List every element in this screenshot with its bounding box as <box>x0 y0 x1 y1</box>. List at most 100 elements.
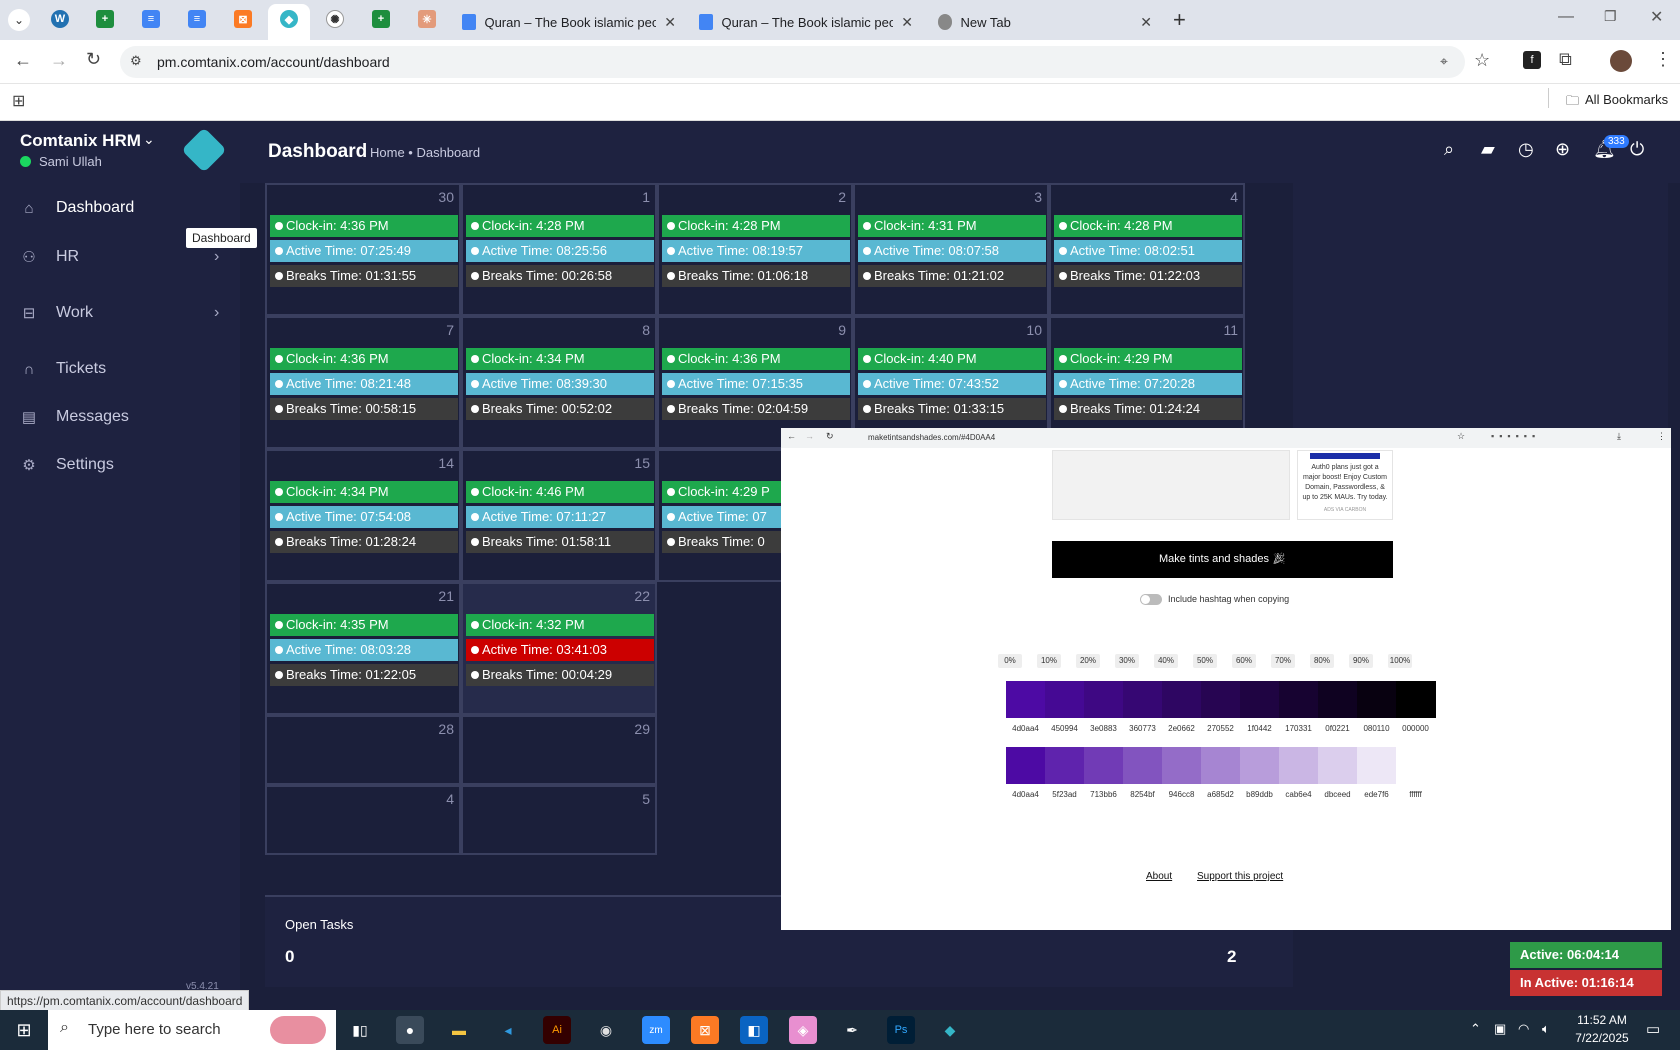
shade-swatch[interactable] <box>1279 681 1319 718</box>
popup-back-icon[interactable]: ← <box>787 431 796 441</box>
clock-in-event[interactable]: Clock-in: 4:36 PM <box>270 348 458 370</box>
brand-dropdown-icon[interactable]: ⌄ <box>143 131 155 148</box>
xampp-tab-icon[interactable]: ⊠ <box>234 10 252 28</box>
task-view-icon[interactable]: ▮▯ <box>346 1016 374 1044</box>
power-icon[interactable]: ⏻ <box>1630 139 1644 160</box>
url-text[interactable]: pm.comtanix.com/account/dashboard <box>157 54 390 70</box>
clock-in-event[interactable]: Clock-in: 4:36 PM <box>662 348 850 370</box>
breaks-time-event[interactable]: Breaks Time: 02:04:59 <box>662 398 850 420</box>
active-time-event[interactable]: Active Time: 08:19:57 <box>662 240 850 262</box>
calendar-day-cell[interactable]: 1 Clock-in: 4:28 PM Active Time: 08:25:56 B… <box>461 183 657 316</box>
close-tab-icon[interactable]: ✕ <box>664 14 676 31</box>
active-time-event[interactable]: Active Time: 07:20:28 <box>1054 373 1242 395</box>
popup-reload-icon[interactable]: ↻ <box>826 431 834 442</box>
make-tints-button[interactable]: Make tints and shades 🎉︎ <box>1052 541 1393 578</box>
breaks-time-event[interactable]: Breaks Time: 00:26:58 <box>466 265 654 287</box>
tint-hex-label[interactable]: b89ddb <box>1240 790 1279 799</box>
active-time-event[interactable]: Active Time: 07:15:35 <box>662 373 850 395</box>
calendar-day-cell[interactable]: 14 Clock-in: 4:34 PM Active Time: 07:54:08… <box>265 449 461 582</box>
sidebar-item-tickets[interactable]: ∩ Tickets <box>0 347 240 391</box>
firefox-icon[interactable]: ● <box>396 1016 424 1044</box>
tint-swatch[interactable] <box>1357 747 1397 784</box>
calendar-day-cell[interactable]: 7 Clock-in: 4:36 PM Active Time: 08:21:48 B… <box>265 316 461 449</box>
breaks-time-event[interactable]: Breaks Time: 01:22:03 <box>1054 265 1242 287</box>
breaks-time-event[interactable]: Breaks Time: 01:21:02 <box>858 265 1046 287</box>
tint-hex-label[interactable]: 8254bf <box>1123 790 1162 799</box>
breadcrumb[interactable]: Home • Dashboard <box>370 145 480 160</box>
clock-in-event[interactable]: Clock-in: 4:32 PM <box>466 614 654 636</box>
menu-dots-icon[interactable]: ⋮ <box>1654 49 1672 70</box>
calendar-day-cell[interactable]: 5 <box>461 785 657 855</box>
shade-swatch[interactable] <box>1201 681 1241 718</box>
tint-swatch[interactable] <box>1318 747 1358 784</box>
popup-forward-icon[interactable]: → <box>805 431 814 441</box>
notifications-icon[interactable]: ▭ <box>1646 1020 1660 1038</box>
shade-swatch[interactable] <box>1084 681 1124 718</box>
shade-hex-label[interactable]: 270552 <box>1201 724 1240 733</box>
photoshop-icon[interactable]: Ps <box>887 1016 915 1044</box>
active-time-event[interactable]: Active Time: 08:25:56 <box>466 240 654 262</box>
fontjoy-extension-icon[interactable]: f <box>1523 51 1541 69</box>
wordpress-tab-icon[interactable]: W <box>51 10 69 28</box>
close-tab-icon[interactable]: ✕ <box>1140 14 1152 31</box>
chrome-icon[interactable]: ◉ <box>592 1016 620 1044</box>
popup-download-icon[interactable]: ⤓ <box>1617 431 1621 442</box>
breaks-time-event[interactable]: Breaks Time: 00:58:15 <box>270 398 458 420</box>
windows-start-icon[interactable]: ⊞ <box>10 1016 38 1044</box>
bookmark-star-icon[interactable]: ☆ <box>1474 50 1490 71</box>
calendar-day-cell[interactable]: 3 Clock-in: 4:31 PM Active Time: 08:07:58 B… <box>853 183 1049 316</box>
outlook-icon[interactable]: ◧ <box>740 1016 768 1044</box>
tray-network-icon[interactable]: ▣ <box>1494 1021 1506 1037</box>
new-tab-plus-icon[interactable]: + <box>1173 7 1186 33</box>
shade-swatch[interactable] <box>1396 681 1436 718</box>
tint-swatch[interactable] <box>1240 747 1280 784</box>
active-time-event[interactable]: Active Time: 08:07:58 <box>858 240 1046 262</box>
tint-swatch[interactable] <box>1279 747 1319 784</box>
tint-hex-label[interactable]: 713bb6 <box>1084 790 1123 799</box>
shade-hex-label[interactable]: 360773 <box>1123 724 1162 733</box>
active-time-event[interactable]: Active Time: 08:03:28 <box>270 639 458 661</box>
popup-extensions-icon[interactable]: ▪▪▪▪▪▪ <box>1491 431 1540 441</box>
sheets-tab-icon-2[interactable]: + <box>372 10 390 28</box>
clock-in-event[interactable]: Clock-in: 4:46 PM <box>466 481 654 503</box>
url-box[interactable]: ⚙ pm.comtanix.com/account/dashboard ⌖ <box>120 46 1465 78</box>
clock-in-event[interactable]: Clock-in: 4:34 PM <box>270 481 458 503</box>
tint-swatch[interactable] <box>1045 747 1085 784</box>
claude-tab-icon[interactable]: ✳ <box>418 10 436 28</box>
tint-hex-label[interactable]: dbceed <box>1318 790 1357 799</box>
tint-swatch[interactable] <box>1162 747 1202 784</box>
shade-hex-label[interactable]: 2e0662 <box>1162 724 1201 733</box>
site-info-icon[interactable]: ⚙ <box>130 53 142 69</box>
clock-in-event[interactable]: Clock-in: 4:35 PM <box>270 614 458 636</box>
popup-menu-icon[interactable]: ⋮ <box>1657 431 1666 442</box>
shade-swatch[interactable] <box>1006 681 1046 718</box>
active-time-event[interactable]: Active Time: 07:11:27 <box>466 506 654 528</box>
shade-swatch[interactable] <box>1240 681 1280 718</box>
vscode-icon[interactable]: ◂ <box>494 1016 522 1044</box>
clock-in-event[interactable]: Clock-in: 4:40 PM <box>858 348 1046 370</box>
about-link[interactable]: About <box>1146 871 1172 882</box>
tint-swatch[interactable] <box>1396 747 1436 784</box>
close-tab-icon[interactable]: ✕ <box>901 14 913 31</box>
clock-in-event[interactable]: Clock-in: 4:28 PM <box>1054 215 1242 237</box>
tint-hex-label[interactable]: ffffff <box>1396 790 1435 799</box>
tray-chevron-icon[interactable]: ⌃ <box>1470 1021 1481 1037</box>
tab-search-chevron-icon[interactable]: ⌄ <box>8 9 30 31</box>
clock-in-event[interactable]: Clock-in: 4:31 PM <box>858 215 1046 237</box>
tab-new[interactable]: New Tab ✕ <box>928 4 1162 40</box>
active-time-event[interactable]: Active Time: 03:41:03 <box>466 639 654 661</box>
active-time-event[interactable]: Active Time: 08:21:48 <box>270 373 458 395</box>
shade-hex-label[interactable]: 000000 <box>1396 724 1435 733</box>
tint-swatch[interactable] <box>1084 747 1124 784</box>
popup-url[interactable]: maketintsandshades.com/#4D0AA4 <box>868 433 995 442</box>
popup-star-icon[interactable]: ☆ <box>1457 431 1465 442</box>
shade-hex-label[interactable]: 450994 <box>1045 724 1084 733</box>
calendar-day-cell[interactable]: 4 Clock-in: 4:28 PM Active Time: 08:02:51 B… <box>1049 183 1245 316</box>
tint-hex-label[interactable]: 5f23ad <box>1045 790 1084 799</box>
minimize-icon[interactable]: — <box>1558 8 1574 26</box>
clock-icon[interactable]: ◷ <box>1518 139 1534 160</box>
clock-in-event[interactable]: Clock-in: 4:29 PM <box>1054 348 1242 370</box>
sidebar-item-work[interactable]: ⊟ Work › <box>0 291 240 335</box>
sidebar-item-messages[interactable]: ▤ Messages <box>0 395 240 439</box>
active-time-event[interactable]: Active Time: 07:54:08 <box>270 506 458 528</box>
